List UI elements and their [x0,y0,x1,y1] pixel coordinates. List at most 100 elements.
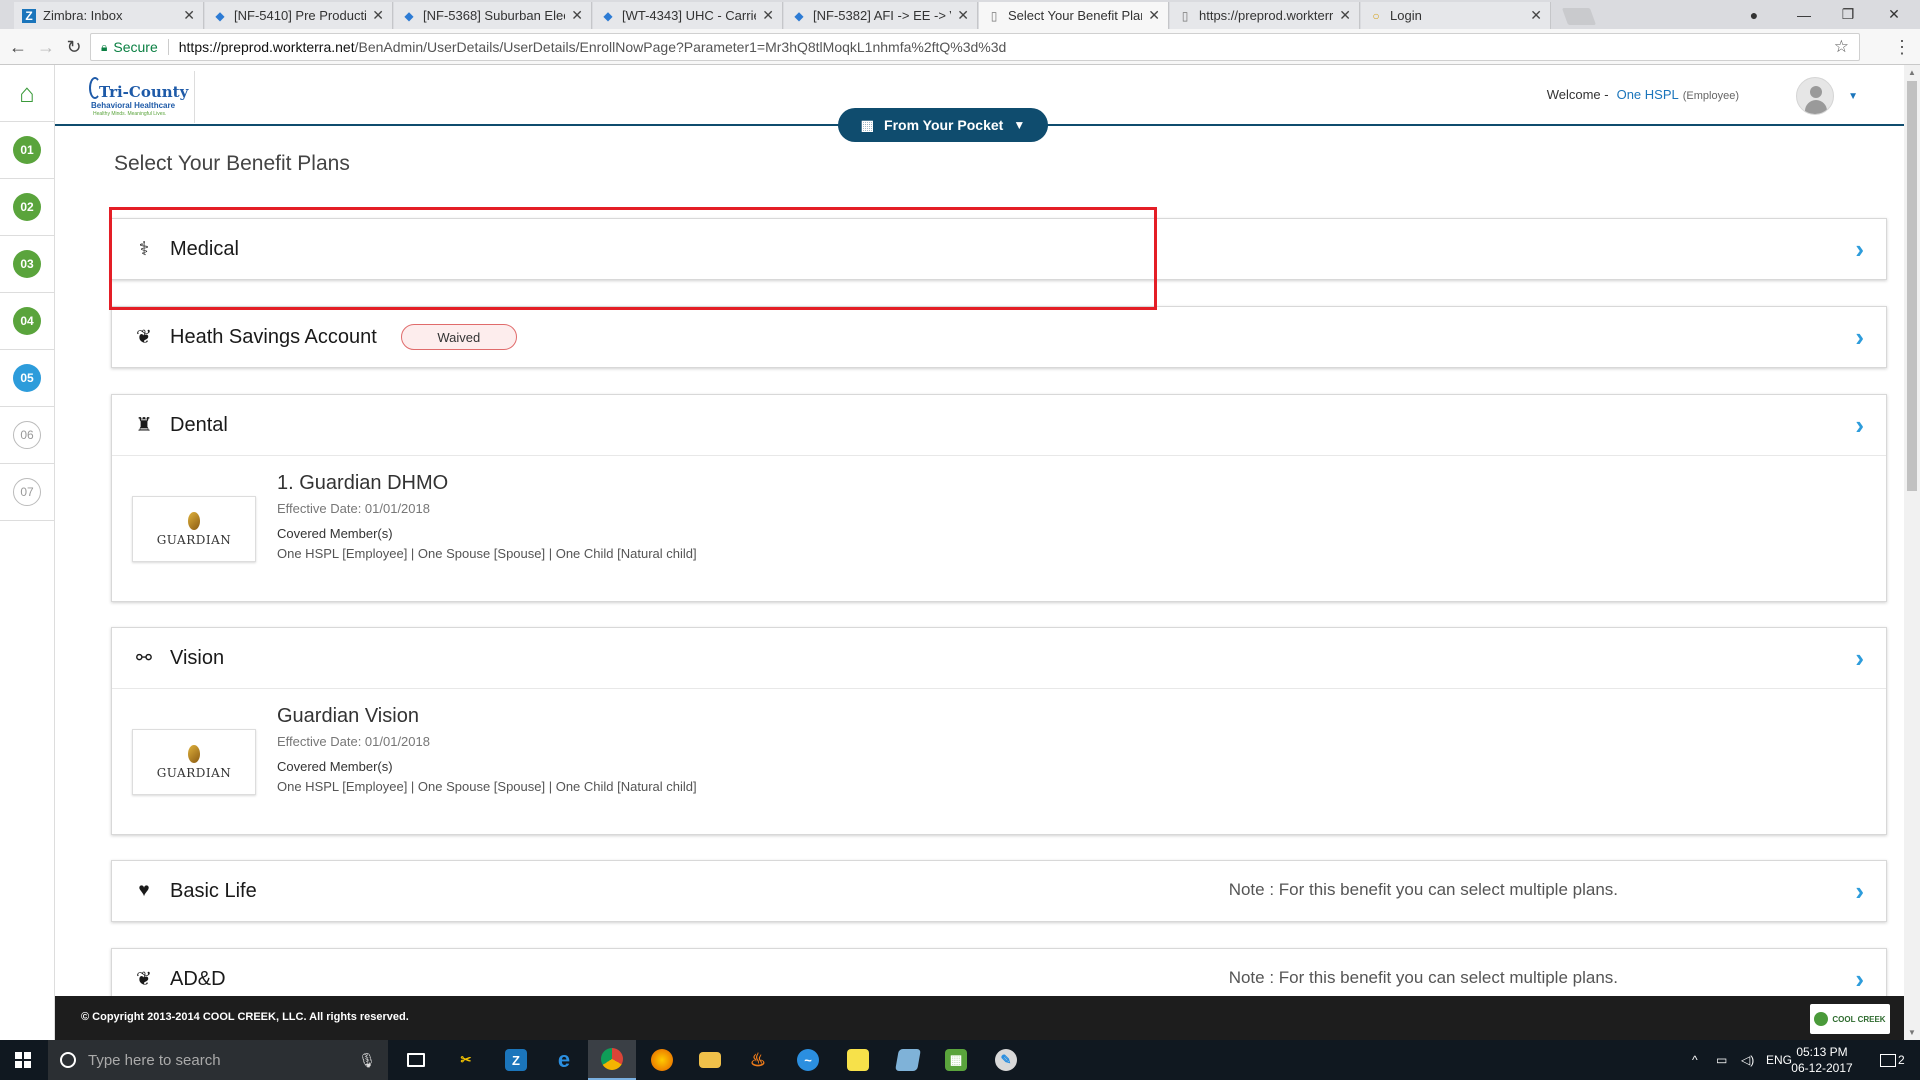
browser-tab[interactable]: Z Zimbra: Inbox ✕ [14,2,204,29]
glasses-icon: ⚯ [136,647,152,669]
clock-time: 05:13 PM [1796,1045,1848,1059]
highlight-annotation-box [109,207,1157,310]
show-hidden-icons[interactable]: ^ [1692,1040,1698,1080]
browser-tab[interactable]: ◆ [NF-5382] AFI -> EE -> V ✕ [784,2,978,29]
app-header: Tri-County Behavioral Healthcare Healthy… [55,65,1904,142]
browser-tab[interactable]: ◆ [NF-5410] Pre Productio ✕ [205,2,393,29]
close-tab-icon[interactable]: ✕ [957,7,969,24]
step-05[interactable]: 05 [0,350,54,407]
step-03[interactable]: 03 [0,236,54,293]
snipping-tool-icon[interactable]: ✂ [442,1040,490,1080]
close-tab-icon[interactable]: ✕ [1148,7,1160,24]
chevron-right-icon[interactable]: › [1855,234,1864,265]
step-number: 02 [13,193,41,221]
carrier-name: GUARDIAN [156,532,232,547]
task-view-icon[interactable] [392,1040,440,1080]
close-tab-icon[interactable]: ✕ [1339,7,1351,24]
benefit-header[interactable]: ❦ Heath Savings Account Waived › [112,307,1886,367]
close-tab-icon[interactable]: ✕ [183,7,195,24]
from-your-pocket-button[interactable]: ▦ From Your Pocket ▼ [838,108,1048,142]
step-06[interactable]: 06 [0,407,54,464]
back-icon[interactable]: ← [6,35,30,59]
step-01[interactable]: 01 [0,122,54,179]
benefit-card-vision[interactable]: ⚯ Vision › GUARDIAN Guardian Vision Effe… [111,627,1887,835]
url-input[interactable]: 🔒︎ Secure https://preprod.workterra.net/… [90,33,1860,61]
sticky-notes-icon[interactable] [834,1040,882,1080]
bookmark-star-icon[interactable]: ☆ [1834,37,1849,57]
cortana-icon [60,1052,76,1068]
user-name[interactable]: One HSPL [1617,87,1679,102]
reload-icon[interactable]: ↻ [62,35,86,59]
benefit-card-dental[interactable]: ♜ Dental › GUARDIAN 1. Guardian DHMO Eff… [111,394,1887,602]
network-icon[interactable]: ▭ [1716,1040,1727,1080]
chevron-right-icon[interactable]: › [1855,322,1864,353]
url-text: https://preprod.workterra.net/BenAdmin/U… [179,39,1007,55]
browser-tab[interactable]: ○ Login ✕ [1361,2,1551,29]
logo-line2: Behavioral Healthcare [91,101,176,110]
paint-icon[interactable]: ✎ [982,1040,1030,1080]
forward-icon[interactable]: → [34,35,58,59]
profile-icon[interactable]: ● [1732,0,1776,29]
chevron-right-icon[interactable]: › [1855,643,1864,674]
caret-down-icon: ▼ [1013,118,1026,132]
scroll-down-icon[interactable]: ▼ [1908,1028,1916,1037]
benefit-card-hsa[interactable]: ❦ Heath Savings Account Waived › [111,306,1887,368]
new-tab-button[interactable] [1561,8,1597,25]
close-tab-icon[interactable]: ✕ [762,7,774,24]
benefit-header[interactable]: ♥ Basic Life Note : For this benefit you… [112,861,1886,921]
close-tab-icon[interactable]: ✕ [571,7,583,24]
benefit-name: Basic Life [170,879,257,902]
loading-icon: ○ [1372,8,1380,23]
calculator-icon[interactable]: ▦ [932,1040,980,1080]
firefox-icon[interactable] [638,1040,686,1080]
step-07[interactable]: 07 [0,464,54,521]
tooth-icon: ♜ [135,414,153,436]
app-bird-icon[interactable]: ~ [784,1040,832,1080]
taskbar-search-input[interactable]: Type here to search 🎙︎ [48,1040,388,1080]
chevron-right-icon[interactable]: › [1855,964,1864,995]
close-window-icon[interactable]: ✕ [1872,0,1916,29]
browser-tab[interactable]: ▯ https://preprod.workterr ✕ [1170,2,1360,29]
file-explorer-icon[interactable] [686,1040,734,1080]
user-menu-caret-icon[interactable]: ▼ [1848,91,1858,102]
plan-details: Guardian Vision Effective Date: 01/01/20… [277,705,697,794]
browser-tab[interactable]: ◆ [WT-4343] UHC - Carrier ✕ [593,2,783,29]
restore-icon[interactable]: ❐ [1826,0,1870,29]
benefit-card-basic-life[interactable]: ♥ Basic Life Note : For this benefit you… [111,860,1887,922]
step-04[interactable]: 04 [0,293,54,350]
cool-creek-logo-text: COOL CREEK [1832,1014,1886,1024]
zimbra-app-icon[interactable]: Z [492,1040,540,1080]
scrollbar-thumb[interactable] [1907,81,1917,491]
address-bar: ← → ↻ 🔒︎ Secure https://preprod.workterr… [0,29,1920,65]
company-logo[interactable]: Tri-County Behavioral Healthcare Healthy… [85,71,195,123]
close-tab-icon[interactable]: ✕ [1530,7,1542,24]
microphone-icon[interactable]: 🎙︎ [358,1052,376,1069]
benefit-header[interactable]: ♜ Dental › [112,395,1886,455]
notifications-icon[interactable]: 2 [1880,1040,1905,1080]
status-badge: Waived [400,324,517,350]
app-flame-icon[interactable]: ♨ [734,1040,782,1080]
step-02[interactable]: 02 [0,179,54,236]
volume-icon[interactable]: ◁) [1741,1040,1754,1080]
avatar[interactable] [1796,77,1834,115]
minimize-icon[interactable]: — [1782,0,1826,29]
chrome-icon[interactable] [588,1040,636,1080]
home-button[interactable]: ⌂ [0,65,54,122]
chevron-right-icon[interactable]: › [1855,410,1864,441]
taskbar-clock[interactable]: 05:13 PM 06-12-2017 [1787,1044,1857,1076]
scroll-up-icon[interactable]: ▲ [1908,68,1916,77]
app-book-icon[interactable] [884,1040,932,1080]
browser-tab-active[interactable]: ▯ Select Your Benefit Plans ✕ [979,2,1169,29]
logo-line1: Tri-County [99,83,189,101]
jira-icon: ◆ [794,8,804,23]
browser-menu-icon[interactable]: ⋮ [1893,37,1911,58]
gift-icon: ▦ [860,116,875,133]
heart-pulse-icon: ♥ [138,880,150,901]
browser-tab[interactable]: ◆ [NF-5368] Suburban Elec ✕ [394,2,592,29]
page-scrollbar[interactable]: ▲ ▼ [1904,65,1920,1040]
edge-icon[interactable]: e [540,1040,588,1080]
chevron-right-icon[interactable]: › [1855,876,1864,907]
close-tab-icon[interactable]: ✕ [372,7,384,24]
benefit-header[interactable]: ⚯ Vision › [112,628,1886,688]
start-button[interactable] [0,1040,46,1080]
